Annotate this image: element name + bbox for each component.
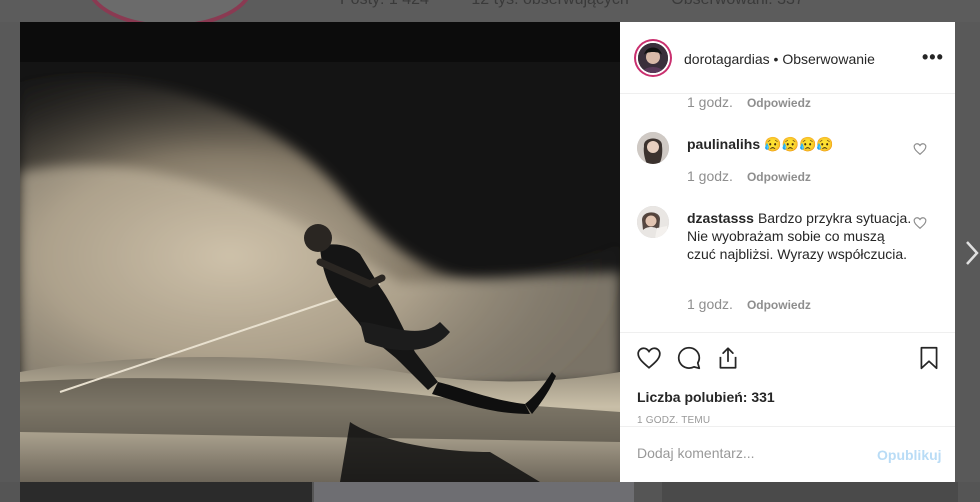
grid-thumbnail	[662, 482, 958, 502]
heart-icon[interactable]	[913, 142, 927, 156]
author-username[interactable]: dorotagardias	[684, 51, 770, 67]
comment-username[interactable]: paulinalihs	[687, 136, 760, 152]
comment-meta: 1 godz. Odpowiedz	[687, 94, 811, 110]
reply-button[interactable]: Odpowiedz	[747, 170, 811, 184]
comment-time: 1 godz.	[687, 168, 733, 184]
avatar[interactable]	[637, 132, 669, 164]
reply-button[interactable]: Odpowiedz	[747, 298, 811, 312]
comment-time: 1 godz.	[687, 94, 733, 110]
comment-bubble-icon[interactable]	[676, 345, 702, 371]
post-header: dorotagardias • Obserwowanie •••	[620, 22, 955, 94]
bookmark-icon[interactable]	[916, 345, 942, 371]
comments-list[interactable]: 1 godz. Odpowiedz paulinalihs 😥😥😥😥 1 godz.…	[620, 94, 955, 332]
reply-button[interactable]: Odpowiedz	[747, 96, 811, 110]
heart-icon[interactable]	[636, 345, 662, 371]
share-icon[interactable]	[715, 345, 741, 371]
comment-text: dzastasss Bardzo przykra sytuacja. Nie wy…	[687, 209, 912, 263]
post-timestamp: 1 GODZ. TEMU	[637, 415, 711, 426]
profile-avatar-dimmed	[86, 0, 254, 22]
post-photo[interactable]	[20, 22, 620, 482]
comment-text: paulinalihs 😥😥😥😥	[687, 135, 912, 153]
post-side-panel: dorotagardias • Obserwowanie ••• 1 godz.…	[620, 22, 955, 482]
post-actions: Liczba polubień: 331 1 GODZ. TEMU	[620, 332, 955, 427]
followers-count: 12 tys. obserwujących	[471, 0, 628, 8]
comment-body: 😥😥😥😥	[764, 136, 834, 152]
post-author-line: dorotagardias • Obserwowanie	[684, 51, 875, 67]
waterski-photo	[20, 22, 620, 482]
grid-thumbnail	[314, 482, 634, 502]
comment-username[interactable]: dzastasss	[687, 210, 754, 226]
avatar[interactable]	[637, 206, 669, 238]
more-options-icon[interactable]: •••	[922, 48, 944, 66]
chevron-right-icon[interactable]	[964, 238, 980, 268]
profile-stats-dimmed: Posty: 1 424 12 tys. obserwujących Obser…	[340, 0, 842, 9]
publish-button[interactable]: Opublikuj	[877, 447, 942, 463]
avatar[interactable]	[634, 39, 672, 77]
post-modal: dorotagardias • Obserwowanie ••• 1 godz.…	[20, 22, 955, 482]
following-count: Obserwowani: 337	[671, 0, 804, 8]
likes-count[interactable]: Liczba polubień: 331	[637, 389, 775, 405]
comment-meta: 1 godz. Odpowiedz	[687, 296, 811, 312]
follow-status-button[interactable]: Obserwowanie	[782, 51, 875, 67]
comment-time: 1 godz.	[687, 296, 733, 312]
profile-header-dimmed: Posty: 1 424 12 tys. obserwujących Obser…	[0, 0, 980, 22]
posts-count: Posty: 1 424	[340, 0, 429, 8]
comment-meta: 1 godz. Odpowiedz	[687, 168, 811, 184]
comment-input[interactable]	[637, 445, 837, 461]
grid-thumbnail	[20, 482, 312, 502]
heart-icon[interactable]	[913, 216, 927, 230]
separator-dot: •	[769, 51, 783, 67]
add-comment-bar: Opublikuj	[620, 426, 955, 483]
